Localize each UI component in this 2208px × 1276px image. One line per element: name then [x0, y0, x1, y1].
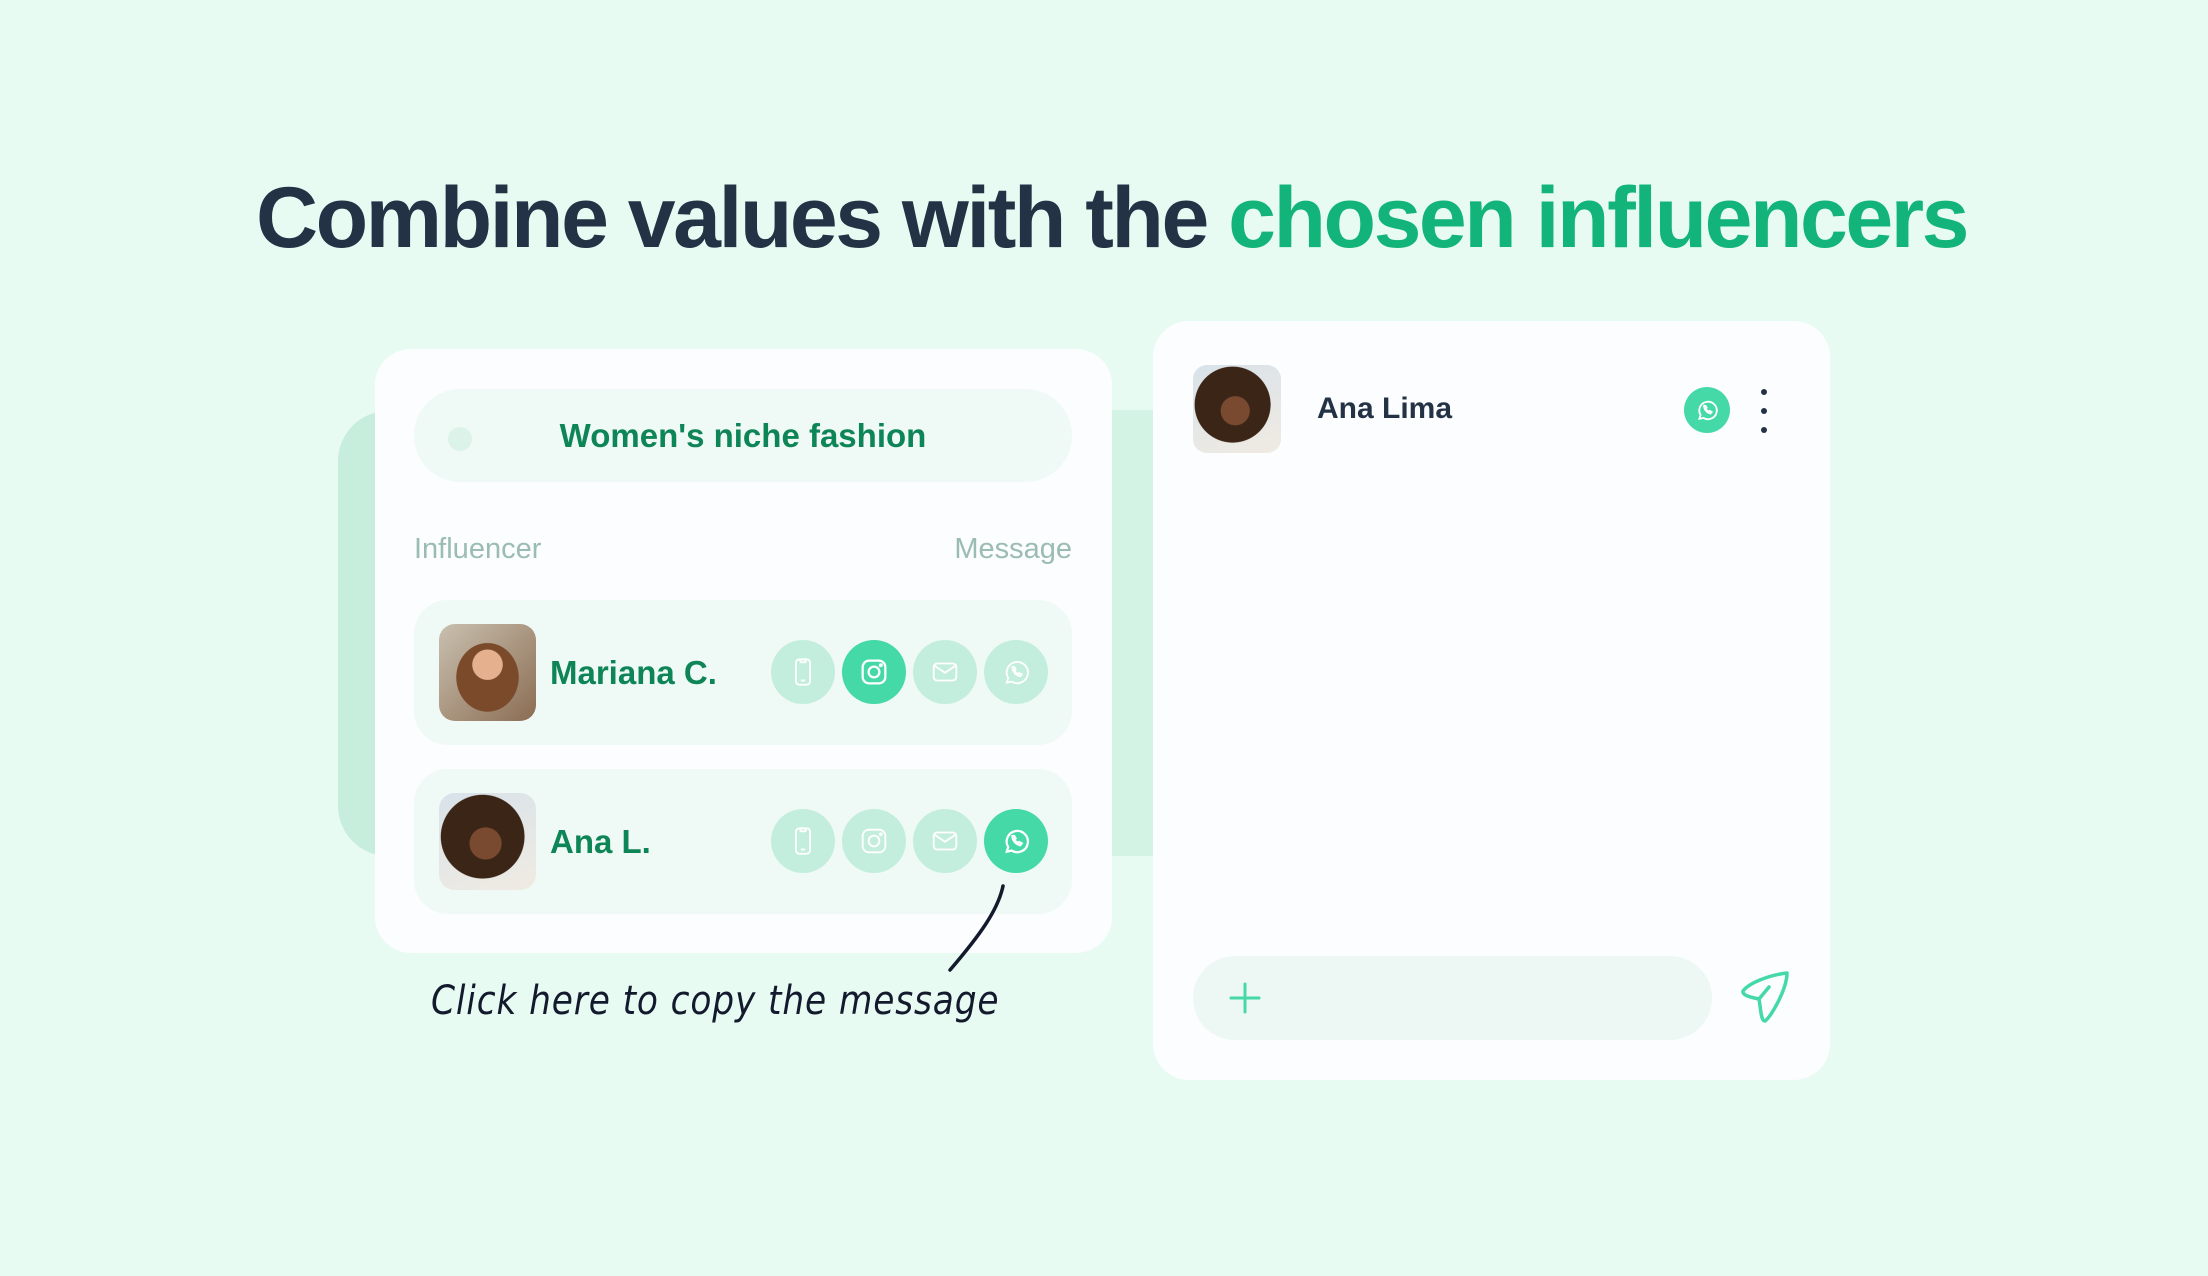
column-header-influencer: Influencer: [414, 533, 542, 565]
email-icon: [932, 662, 958, 682]
whatsapp-icon: [1005, 661, 1029, 685]
annotation-pointer: [948, 884, 1005, 972]
influencer-name: Mariana C.: [550, 654, 717, 691]
avatar: [439, 624, 536, 721]
email-button[interactable]: [913, 640, 977, 704]
plus-icon[interactable]: [1225, 978, 1265, 1018]
instagram-icon: [861, 828, 887, 854]
whatsapp-badge[interactable]: [1684, 387, 1730, 433]
email-button[interactable]: [913, 809, 977, 873]
instagram-button[interactable]: [842, 640, 906, 704]
whatsapp-button[interactable]: [984, 809, 1048, 873]
email-icon: [932, 831, 958, 851]
instagram-button[interactable]: [842, 809, 906, 873]
headline-accent: chosen influencers: [1228, 170, 1969, 266]
whatsapp-button[interactable]: [984, 640, 1048, 704]
send-icon[interactable]: [1739, 969, 1791, 1025]
contact-name: Ana Lima: [1317, 392, 1453, 425]
message-input[interactable]: [1193, 956, 1712, 1040]
influencer-name: Ana L.: [550, 823, 651, 860]
whatsapp-icon: [1698, 400, 1718, 421]
headline: Combine values with the chosen influence…: [256, 168, 1969, 268]
more-options-icon[interactable]: [1757, 389, 1771, 433]
influencer-panel: Women's niche fashion Influencer Message…: [375, 349, 1112, 953]
annotation-text: Click here to copy the message: [431, 978, 1000, 1024]
niche-filter[interactable]: Women's niche fashion: [414, 389, 1072, 482]
chat-panel: Ana Lima: [1153, 321, 1830, 1080]
avatar: [439, 793, 536, 890]
instagram-icon: [861, 659, 887, 685]
influencer-row[interactable]: Mariana C.: [414, 600, 1072, 745]
niche-label: Women's niche fashion: [559, 417, 927, 454]
column-header-message: Message: [954, 533, 1072, 565]
contact-avatar: [1193, 365, 1281, 453]
phone-icon: [794, 827, 812, 855]
phone-button[interactable]: [771, 809, 835, 873]
phone-icon: [794, 658, 812, 686]
headline-main: Combine values with the: [256, 170, 1229, 266]
whatsapp-icon: [1005, 829, 1029, 854]
phone-button[interactable]: [771, 640, 835, 704]
